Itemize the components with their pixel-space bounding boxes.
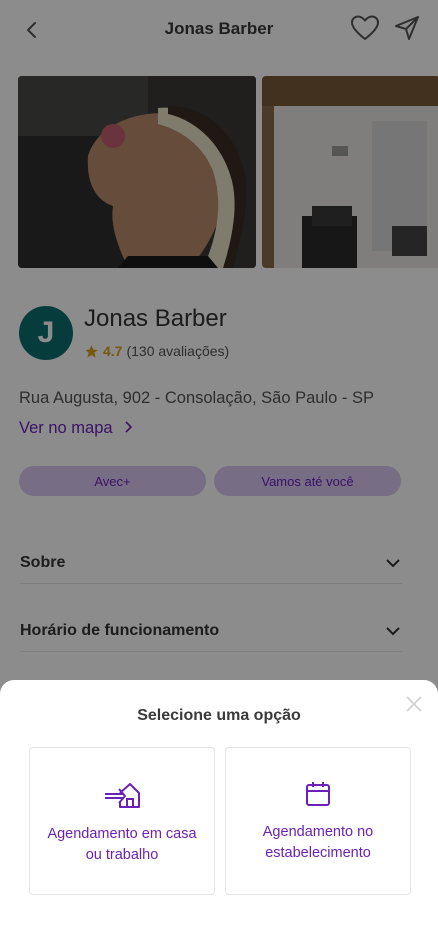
option-establishment-label: Agendamento no estabelecimento [262, 824, 374, 861]
option-establishment[interactable]: Agendamento no estabelecimento [225, 747, 411, 895]
option-home-or-work[interactable]: Agendamento em casa ou trabalho [29, 747, 215, 895]
option-bottom-sheet: Selecione uma opção Agendamento em casa … [0, 680, 438, 942]
option-home-label: Agendamento em casa ou trabalho [47, 826, 197, 863]
calendar-icon [306, 782, 330, 806]
house-enter-icon [105, 783, 140, 808]
sheet-title: Selecione uma opção [137, 707, 301, 724]
